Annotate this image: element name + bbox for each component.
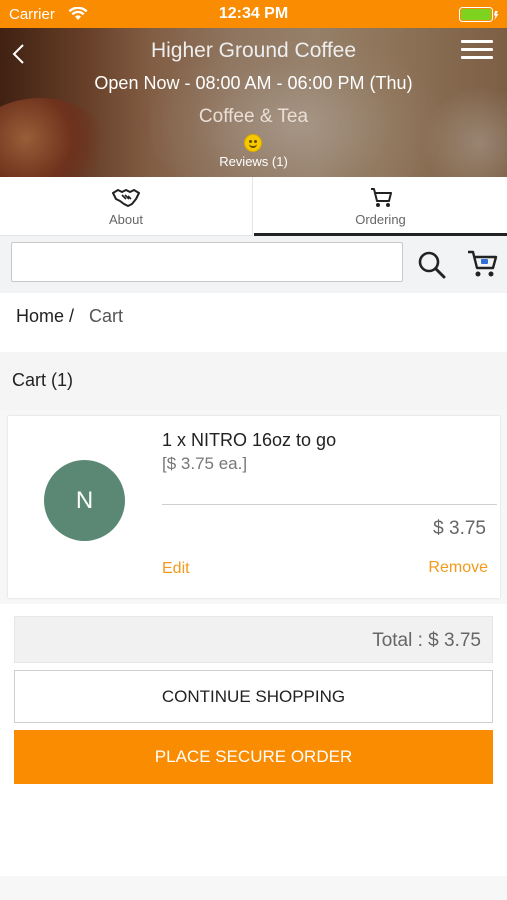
order-total: Total : $ 3.75	[372, 630, 481, 651]
tab-ordering-label: Ordering	[355, 212, 406, 227]
cart-icon	[370, 188, 392, 207]
tab-ordering[interactable]: Ordering	[254, 177, 507, 236]
battery-icon	[459, 7, 499, 22]
breadcrumb-current: Cart	[89, 306, 124, 326]
place-order-button[interactable]: PLACE SECURE ORDER	[14, 730, 493, 784]
continue-shopping-button[interactable]: CONTINUE SHOPPING	[14, 670, 493, 723]
search-input[interactable]	[11, 242, 403, 282]
order-total-box: Total : $ 3.75	[14, 616, 493, 663]
item-avatar: N	[44, 460, 125, 541]
search-icon[interactable]	[417, 250, 447, 280]
cart-title: Cart (1)	[12, 370, 74, 390]
clock: 12:34 PM	[218, 5, 289, 22]
cart-item: N 1 x NITRO 16oz to go [$ 3.75 ea.] $ 3.…	[8, 416, 500, 598]
checkout-panel: Total : $ 3.75 CONTINUE SHOPPING PLACE S…	[0, 604, 507, 876]
remove-item-button[interactable]: Remove	[428, 559, 488, 577]
cart-button-icon[interactable]	[466, 248, 498, 280]
status-bar: Carrier 12:34 PM	[0, 0, 507, 28]
breadcrumb: Home / Cart	[16, 306, 123, 327]
tab-about[interactable]: About	[0, 177, 253, 236]
item-line-total: $ 3.75	[433, 518, 486, 539]
store-category: Coffee & Tea	[198, 106, 309, 127]
item-unit-price: [$ 3.75 ea.]	[162, 454, 248, 473]
store-name: Higher Ground Coffee	[150, 39, 357, 62]
search-bar	[0, 236, 507, 293]
handshake-icon	[112, 189, 140, 207]
cart-header: Cart (1)	[0, 352, 507, 410]
store-header: Higher Ground Coffee Open Now - 08:00 AM…	[0, 28, 507, 177]
reviews-link[interactable]: Reviews (1)	[0, 154, 507, 169]
smiley-icon	[244, 134, 262, 152]
tab-bar: About Ordering	[0, 177, 507, 236]
store-hours: Open Now - 08:00 AM - 06:00 PM (Thu)	[94, 73, 413, 93]
divider	[162, 504, 497, 505]
item-name: 1 x NITRO 16oz to go	[162, 430, 337, 450]
breadcrumb-home[interactable]: Home /	[16, 306, 74, 326]
tab-about-label: About	[109, 212, 143, 227]
edit-item-button[interactable]: Edit	[162, 560, 190, 578]
